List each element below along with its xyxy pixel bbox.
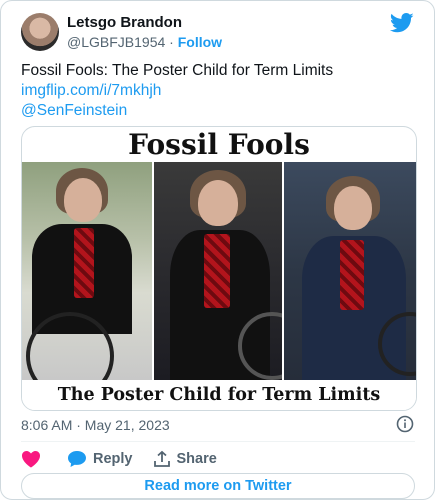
photo-panel-1 — [22, 162, 152, 380]
handle-row: @LGBFJB1954 · Follow — [67, 34, 222, 50]
author-name[interactable]: Letsgo Brandon — [67, 14, 182, 31]
reply-bubble-icon — [68, 451, 86, 467]
photo-panel-3 — [284, 162, 416, 380]
avatar[interactable] — [21, 13, 59, 51]
follow-button[interactable]: Follow — [178, 34, 222, 50]
media-bottom-caption: The Poster Child for Term Limits — [22, 380, 416, 410]
share-upload-icon — [153, 450, 170, 467]
reply-label: Reply — [93, 451, 133, 467]
info-icon[interactable] — [396, 415, 414, 433]
action-bar: Reply Share — [21, 447, 237, 471]
media-top-caption: Fossil Fools — [128, 128, 310, 161]
share-button[interactable]: Share — [153, 450, 217, 468]
reply-button[interactable]: Reply — [67, 450, 133, 468]
tweet-mention[interactable]: @SenFeinstein — [21, 101, 421, 121]
separator-dot: · — [169, 34, 174, 50]
tweet-text-line: Fossil Fools: The Poster Child for Term … — [21, 62, 334, 79]
tweet-timestamp[interactable]: 8:06 AM · May 21, 2023 — [21, 417, 170, 433]
read-more-button[interactable]: Read more on Twitter — [21, 473, 415, 499]
divider — [21, 441, 415, 442]
tweet-text: Fossil Fools: The Poster Child for Term … — [21, 61, 421, 121]
twitter-bird-icon[interactable] — [390, 13, 414, 33]
author-handle[interactable]: @LGBFJB1954 — [67, 34, 165, 50]
tweet-link[interactable]: imgflip.com/i/7mkhjh — [21, 81, 421, 101]
share-label: Share — [176, 451, 217, 467]
tweet-media-image[interactable]: Fossil Fools The Poster Child for Term L… — [21, 126, 417, 411]
like-button[interactable] — [21, 450, 47, 468]
heart-icon — [22, 451, 40, 468]
tweet-card: Letsgo Brandon @LGBFJB1954 · Follow Foss… — [0, 0, 435, 500]
photo-panel-2 — [154, 162, 282, 380]
